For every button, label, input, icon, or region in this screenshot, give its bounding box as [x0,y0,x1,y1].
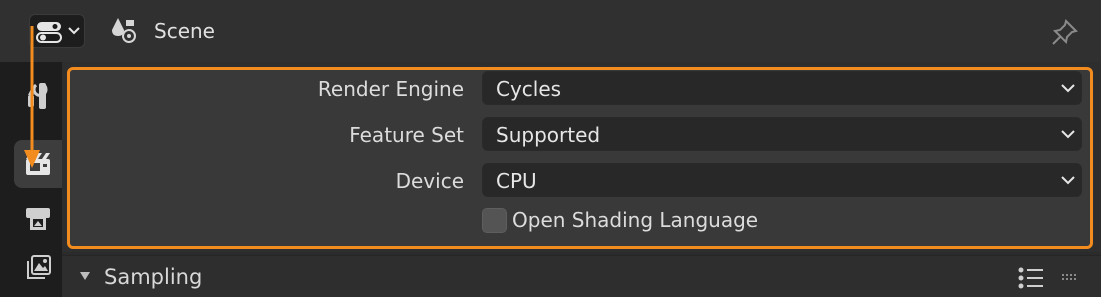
device-label: Device [395,169,464,193]
chevron-down-icon [68,27,80,35]
context-label: Scene [154,19,215,43]
render-engine-label: Render Engine [317,77,464,101]
render-icon [26,153,50,175]
properties-tab-bar [0,62,62,297]
chevron-down-icon [1061,176,1075,185]
view-layer-icon [27,255,51,279]
osl-checkbox[interactable] [482,208,507,233]
scene-icon [112,18,136,43]
output-icon [26,208,50,230]
feature-set-label: Feature Set [349,123,464,147]
editor-type-button[interactable] [29,14,85,48]
tab-tool[interactable] [14,72,62,120]
pin-icon[interactable] [1050,17,1080,47]
render-engine-value: Cycles [496,77,562,101]
tool-icon [28,83,48,109]
chevron-down-icon [1061,84,1075,93]
presets-list-icon[interactable] [1017,266,1045,290]
collapse-triangle-icon[interactable] [79,270,91,282]
osl-label[interactable]: Open Shading Language [512,208,758,232]
device-dropdown[interactable]: CPU [482,163,1082,197]
device-value: CPU [496,169,537,193]
chevron-down-icon [1061,130,1075,139]
sampling-panel-header[interactable]: Sampling [62,255,1101,297]
properties-editor-icon [36,22,62,43]
drag-grip-icon[interactable] [1062,274,1078,280]
sampling-title: Sampling [104,265,203,289]
properties-header: Scene [0,0,1101,62]
tab-view-layer[interactable] [14,244,62,292]
tab-render[interactable] [14,140,62,188]
render-engine-dropdown[interactable]: Cycles [482,71,1082,105]
feature-set-value: Supported [496,123,601,147]
tab-output[interactable] [14,194,62,242]
feature-set-dropdown[interactable]: Supported [482,117,1082,151]
